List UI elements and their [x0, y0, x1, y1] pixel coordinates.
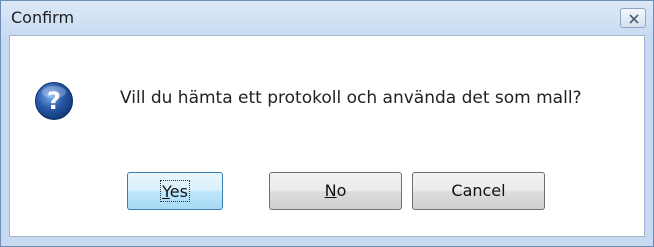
no-button[interactable]: No — [269, 172, 402, 210]
confirm-dialog: Confirm ? Vill du hämta ett protokoll oc… — [0, 0, 654, 247]
svg-text:?: ? — [47, 87, 61, 115]
no-label-rest: o — [336, 181, 347, 200]
close-button[interactable] — [620, 8, 646, 28]
title-bar[interactable]: Confirm — [1, 1, 653, 35]
yes-mnemonic: Y — [162, 182, 170, 201]
cancel-button[interactable]: Cancel — [412, 172, 545, 210]
question-icon: ? — [35, 82, 73, 120]
confirm-message: Vill du hämta ett protokoll och använda … — [120, 88, 582, 108]
yes-label-rest: es — [169, 182, 188, 201]
focus-rectangle: Yes — [160, 180, 190, 202]
yes-button[interactable]: Yes — [127, 172, 223, 210]
no-mnemonic: N — [324, 181, 337, 200]
window-title: Confirm — [11, 8, 75, 27]
cancel-label: Cancel — [451, 181, 506, 200]
close-icon — [629, 14, 639, 24]
dialog-content: ? Vill du hämta ett protokoll och använd… — [9, 35, 645, 237]
